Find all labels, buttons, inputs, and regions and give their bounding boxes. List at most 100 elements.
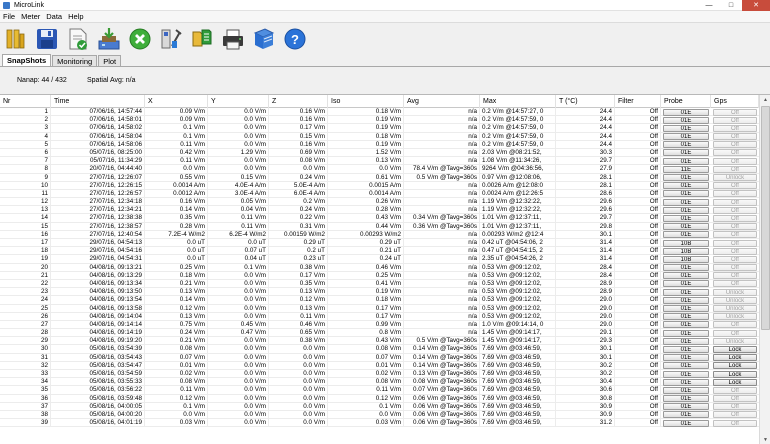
column-header-iso[interactable]: Iso <box>328 95 404 108</box>
gps-button[interactable]: Off <box>713 223 757 231</box>
gps-button[interactable]: Off <box>713 141 757 149</box>
probe-button[interactable]: 01E <box>663 329 709 337</box>
gps-button[interactable]: Off <box>713 157 757 165</box>
probe-button[interactable]: 01E <box>663 288 709 296</box>
menu-meter[interactable]: Meter <box>18 12 43 21</box>
probe-button[interactable]: 01E <box>663 313 709 321</box>
probe-button[interactable]: 01E <box>663 264 709 272</box>
probe-button[interactable]: 01E <box>663 403 709 411</box>
column-header-x[interactable]: X <box>145 95 208 108</box>
gps-button[interactable]: Lock <box>713 370 757 378</box>
column-header-y[interactable]: Y <box>208 95 269 108</box>
table-row[interactable]: 31 05/08/16, 03:54:43 0.07 V/m 0.0 V/m 0.0 V… <box>0 353 770 362</box>
table-row[interactable]: 1 07/06/16, 14:57:44 0.09 V/m 0.0 V/m 0.16 V… <box>0 108 770 117</box>
gps-button[interactable]: Unlock <box>713 305 757 312</box>
probe-button[interactable]: 01E <box>663 231 709 239</box>
table-row[interactable]: 4 07/06/16, 14:58:04 0.1 V/m 0.0 V/m 0.15 V/… <box>0 132 770 141</box>
gps-button[interactable]: Off <box>713 198 757 206</box>
probe-button[interactable]: 01E <box>663 214 709 222</box>
probe-button[interactable]: 10B <box>663 255 709 263</box>
gps-button[interactable]: Lock <box>713 354 757 362</box>
column-header-gps[interactable]: Gps <box>711 95 759 108</box>
table-row[interactable]: 23 04/08/16, 09:13:50 0.13 V/m 0.0 V/m 0.13 … <box>0 288 770 297</box>
gps-button[interactable]: Off <box>713 214 757 222</box>
gps-button[interactable]: Off <box>713 108 757 116</box>
probe-button[interactable]: 01E <box>663 321 709 329</box>
column-header-time[interactable]: Time <box>51 95 145 108</box>
probe-button[interactable]: 01E <box>663 345 709 353</box>
gps-button[interactable]: Off <box>713 280 757 288</box>
probe-button[interactable]: 01E <box>663 198 709 206</box>
gps-button[interactable]: Off <box>713 264 757 272</box>
table-row[interactable]: 9 27/07/16, 12:26:07 0.55 V/m 0.15 V/m 0.24 … <box>0 173 770 182</box>
table-row[interactable]: 20 04/08/16, 09:13:21 0.25 V/m 0.1 V/m 0.38 … <box>0 263 770 272</box>
table-row[interactable]: 17 29/07/16, 04:54:13 0.0 uT 0.0 uT 0.29 uT 0… <box>0 239 770 248</box>
table-row[interactable]: 37 05/08/16, 04:00:05 0.1 V/m 0.0 V/m 0.0 V/… <box>0 402 770 411</box>
probe-button[interactable]: 01E <box>663 272 709 280</box>
probe-button[interactable]: 01E <box>663 157 709 165</box>
table-row[interactable]: 25 04/08/16, 09:13:58 0.12 V/m 0.0 V/m 0.13 … <box>0 304 770 313</box>
table-row[interactable]: 19 29/07/16, 04:54:31 0.0 uT 0.04 uT 0.23 uT… <box>0 255 770 264</box>
table-row[interactable]: 29 04/08/16, 09:19:20 0.21 V/m 0.0 V/m 0.38 … <box>0 337 770 346</box>
probe-button[interactable]: 10B <box>663 239 709 247</box>
meter-settings-icon[interactable] <box>158 26 184 52</box>
gps-button[interactable]: Off <box>713 133 757 141</box>
table-row[interactable]: 26 04/08/16, 09:14:04 0.13 V/m 0.0 V/m 0.11 … <box>0 312 770 321</box>
gps-button[interactable]: Off <box>713 329 757 337</box>
table-row[interactable]: 8 20/07/16, 04:44:40 0.0 V/m 0.0 V/m 0.0 V/m… <box>0 165 770 174</box>
table-row[interactable]: 6 05/07/16, 08:25:00 0.42 V/m 1.29 V/m 0.69 … <box>0 148 770 158</box>
probe-button[interactable]: 01E <box>663 386 709 394</box>
gps-button[interactable]: Unlock <box>713 313 757 321</box>
probe-button[interactable]: 01E <box>663 116 709 124</box>
probe-button[interactable]: 01E <box>663 337 709 345</box>
table-row[interactable]: 33 05/08/16, 03:54:59 0.02 V/m 0.0 V/m 0.0 V… <box>0 370 770 379</box>
gps-button[interactable]: Off <box>713 247 757 255</box>
probe-button[interactable]: 11E <box>663 165 709 173</box>
probe-button[interactable]: 01E <box>663 419 709 427</box>
probe-button[interactable]: 01E <box>663 190 709 198</box>
probe-button[interactable]: 01E <box>663 305 709 312</box>
cancel-icon[interactable] <box>127 26 153 52</box>
tab-monitoring[interactable]: Monitoring <box>52 55 98 66</box>
column-header-z[interactable]: Z <box>269 95 328 108</box>
probe-button[interactable]: 01E <box>663 296 709 304</box>
manual-icon[interactable] <box>251 26 277 52</box>
table-row[interactable]: 7 05/07/16, 11:34:29 0.11 V/m 0.0 V/m 0.08 V… <box>0 157 770 166</box>
gps-button[interactable]: Off <box>713 321 757 329</box>
gps-button[interactable]: Off <box>713 231 757 239</box>
column-header-filter[interactable]: Filter <box>615 95 661 108</box>
table-row[interactable]: 11 27/07/16, 12:26:57 0.0012 A/m 3.0E-4 A/m… <box>0 189 770 199</box>
table-row[interactable]: 35 05/08/16, 03:56:22 0.11 V/m 0.0 V/m 0.0 V… <box>0 386 770 395</box>
probe-button[interactable]: 01E <box>663 133 709 141</box>
gps-button[interactable]: Unlock <box>713 337 757 345</box>
column-header-avg[interactable]: Avg <box>404 95 480 108</box>
menu-help[interactable]: Help <box>65 12 86 21</box>
table-row[interactable]: 30 05/08/16, 03:54:39 0.08 V/m 0.0 V/m 0.0 V… <box>0 345 770 354</box>
column-header-probe[interactable]: Probe <box>661 95 711 108</box>
column-header-temp[interactable]: T (°C) <box>556 95 615 108</box>
help-icon[interactable]: ? <box>282 26 308 52</box>
table-row[interactable]: 24 04/08/16, 09:13:54 0.14 V/m 0.0 V/m 0.12 … <box>0 296 770 305</box>
column-header-max[interactable]: Max <box>480 95 556 108</box>
table-row[interactable]: 18 29/07/16, 04:54:16 0.0 uT 0.07 uT 0.2 uT 0… <box>0 247 770 256</box>
probe-button[interactable]: 10B <box>663 247 709 255</box>
table-row[interactable]: 39 05/08/16, 04:01:19 0.03 V/m 0.0 V/m 0.0 V… <box>0 419 770 428</box>
table-row[interactable]: 21 04/08/16, 09:13:29 0.18 V/m 0.0 V/m 0.17 … <box>0 271 770 280</box>
table-row[interactable]: 22 04/08/16, 09:13:34 0.21 V/m 0.0 V/m 0.35 … <box>0 279 770 289</box>
gps-button[interactable]: Unlock <box>713 174 757 181</box>
gps-button[interactable]: Off <box>713 255 757 263</box>
probe-button[interactable]: 01E <box>663 149 709 157</box>
gps-button[interactable]: Off <box>713 395 757 403</box>
probe-button[interactable]: 01E <box>663 223 709 231</box>
gps-button[interactable]: Off <box>713 239 757 247</box>
probe-button[interactable]: 01E <box>663 370 709 378</box>
tab-snapshots[interactable]: SnapShots <box>2 54 52 66</box>
table-row[interactable]: 16 27/07/16, 12:40:54 7.2E-4 W/m2 6.2E-4 W/… <box>0 230 770 239</box>
gps-button[interactable]: Lock <box>713 378 757 386</box>
minimize-icon[interactable]: — <box>698 0 720 11</box>
tab-plot[interactable]: Plot <box>98 55 122 66</box>
gps-button[interactable]: Lock <box>713 345 757 353</box>
vertical-scrollbar[interactable]: ▲ ▼ <box>759 95 770 444</box>
table-row[interactable]: 3 07/06/16, 14:58:02 0.1 V/m 0.0 V/m 0.17 V/… <box>0 124 770 133</box>
gps-button[interactable]: Off <box>713 124 757 132</box>
